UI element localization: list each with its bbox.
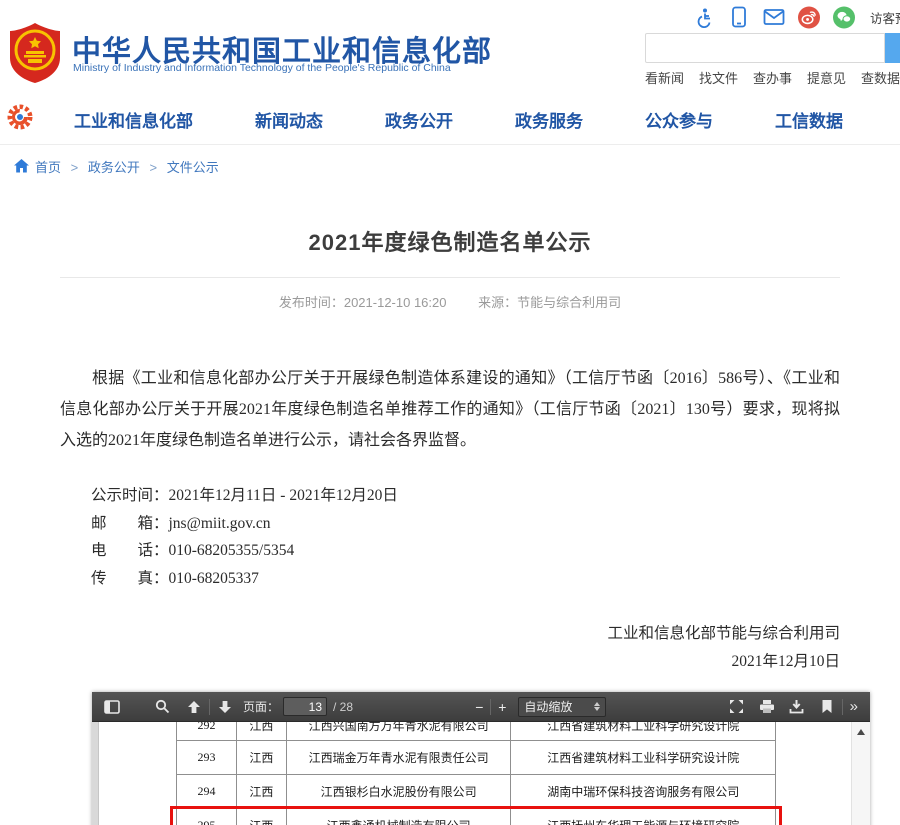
pdf-search-icon[interactable]: [150, 696, 174, 718]
table-row: 293江西江西瑞金万年青水泥有限责任公司江西省建筑材料工业科学研究设计院: [177, 741, 776, 775]
breadcrumb: 首页 > 政务公开 > 文件公示: [0, 145, 900, 187]
breadcrumb-separator: >: [146, 160, 161, 175]
table-cell: 江西鑫通机械制造有限公司: [286, 809, 511, 825]
contact-line: 邮 箱：jns@miit.gov.cn: [91, 510, 840, 538]
breadcrumb-link[interactable]: 文件公示: [167, 160, 219, 175]
title-divider: [60, 277, 840, 278]
signature-block: 工业和信息化部节能与综合利用司 2021年12月10日: [60, 620, 840, 676]
pdf-page: 292江西江西兴国南方万年青水泥有限公司江西省建筑材料工业科学研究设计院293江…: [100, 722, 850, 825]
pdf-scrollbar[interactable]: [851, 722, 870, 825]
pdf-viewer: 页面： / 28 − + 自动缩放: [92, 692, 870, 825]
table-cell: 江西兴国南方万年青水泥有限公司: [286, 722, 511, 741]
table-row: 295江西江西鑫通机械制造有限公司江西抚州东华理工能源与环境研究院: [177, 809, 776, 825]
breadcrumb-items: 首页 > 政务公开 > 文件公示: [35, 157, 219, 176]
table-cell: 294: [177, 775, 237, 809]
pdf-body: 292江西江西兴国南方万年青水泥有限公司江西省建筑材料工业科学研究设计院293江…: [92, 722, 870, 825]
signature-department: 工业和信息化部节能与综合利用司: [60, 620, 840, 648]
nav-item[interactable]: 新闻动态: [255, 107, 323, 132]
quick-link[interactable]: 看新闻: [645, 68, 684, 87]
national-emblem-icon: [8, 22, 62, 89]
table-cell: 292: [177, 722, 237, 741]
page-up-icon[interactable]: [182, 696, 206, 718]
nav-item[interactable]: 政务公开: [385, 107, 453, 132]
site-subtitle: Ministry of Industry and Information Tec…: [73, 62, 451, 74]
main-nav: 工业和信息化部新闻动态政务公开政务服务公众参与工信数据专题: [0, 95, 900, 145]
weibo-icon[interactable]: [798, 6, 820, 28]
page-total: / 28: [333, 700, 353, 714]
visitor-booking-link[interactable]: 访客预约: [870, 8, 900, 27]
mobile-icon[interactable]: [728, 6, 750, 28]
scroll-up-icon[interactable]: [857, 729, 865, 735]
table-row: 292江西江西兴国南方万年青水泥有限公司江西省建筑材料工业科学研究设计院: [177, 722, 776, 741]
pdf-table: 292江西江西兴国南方万年青水泥有限公司江西省建筑材料工业科学研究设计院293江…: [176, 722, 776, 825]
publish-time: 发布时间：2021-12-10 16:20: [279, 295, 447, 310]
sidebar-toggle-icon[interactable]: [100, 696, 124, 718]
table-cell: 江西抚州东华理工能源与环境研究院: [511, 809, 776, 825]
bookmark-icon[interactable]: [815, 696, 839, 718]
mail-icon[interactable]: [763, 6, 785, 28]
nav-list: 工业和信息化部新闻动态政务公开政务服务公众参与工信数据专题: [74, 107, 900, 132]
table-row: 294江西江西银杉白水泥股份有限公司湖南中瑞环保科技咨询服务有限公司: [177, 775, 776, 809]
presentation-mode-icon[interactable]: [725, 696, 749, 718]
quick-link[interactable]: 找文件: [699, 68, 738, 87]
print-icon[interactable]: [755, 696, 779, 718]
table-cell: 江西: [236, 775, 286, 809]
nav-item[interactable]: 工业和信息化部: [74, 107, 193, 132]
table-cell: 293: [177, 741, 237, 775]
zoom-out-button[interactable]: −: [471, 699, 487, 715]
accessibility-icon[interactable]: [693, 6, 715, 28]
table-cell: 江西: [236, 809, 286, 825]
table-cell: 江西瑞金万年青水泥有限责任公司: [286, 741, 511, 775]
table-cell: 295: [177, 809, 237, 825]
zoom-mode-select[interactable]: 自动缩放: [518, 697, 606, 717]
table-cell: 湖南中瑞环保科技咨询服务有限公司: [511, 775, 776, 809]
quick-link[interactable]: 提意见: [807, 68, 846, 87]
search-button[interactable]: [885, 33, 900, 63]
table-cell: 江西省建筑材料工业科学研究设计院: [511, 741, 776, 775]
pdf-table-body: 292江西江西兴国南方万年青水泥有限公司江西省建筑材料工业科学研究设计院293江…: [177, 722, 776, 825]
wechat-icon[interactable]: [833, 6, 855, 28]
search-input[interactable]: [645, 33, 885, 63]
page-number-input[interactable]: [283, 697, 327, 716]
contact-block: 公示时间：2021年12月11日 - 2021年12月20日邮 箱：jns@mi…: [60, 482, 840, 592]
quick-link[interactable]: 查数据: [861, 68, 900, 87]
signature-date: 2021年12月10日: [60, 648, 840, 676]
contact-line: 传 真：010-68205337: [91, 565, 840, 593]
select-spinner-icon: [594, 702, 600, 711]
pdf-toolbar: 页面： / 28 − + 自动缩放: [92, 692, 870, 722]
table-cell: 江西: [236, 741, 286, 775]
download-icon[interactable]: [785, 696, 809, 718]
nav-item[interactable]: 公众参与: [645, 107, 713, 132]
site-header: 中华人民共和国工业和信息化部 Ministry of Industry and …: [0, 0, 900, 95]
breadcrumb-link[interactable]: 政务公开: [88, 160, 140, 175]
table-cell: 江西省建筑材料工业科学研究设计院: [511, 722, 776, 741]
quick-links: 看新闻找文件查办事提意见查数据: [645, 68, 900, 87]
miit-gear-logo-icon: [6, 103, 34, 136]
article-meta: 发布时间：2021-12-10 16:20 来源：节能与综合利用司: [60, 292, 840, 311]
nav-item[interactable]: 政务服务: [515, 107, 583, 132]
breadcrumb-link[interactable]: 首页: [35, 160, 61, 175]
source: 来源：节能与综合利用司: [478, 295, 621, 310]
zoom-in-button[interactable]: +: [494, 699, 510, 715]
article-title: 2021年度绿色制造名单公示: [60, 225, 840, 257]
page-label: 页面：: [243, 698, 279, 715]
home-icon[interactable]: [14, 159, 29, 173]
table-cell: 江西: [236, 722, 286, 741]
contact-line: 公示时间：2021年12月11日 - 2021年12月20日: [91, 482, 840, 510]
contact-line: 电 话：010-68205355/5354: [91, 537, 840, 565]
pdf-left-strip: [92, 722, 99, 825]
quick-link[interactable]: 查办事: [753, 68, 792, 87]
article: 2021年度绿色制造名单公示 发布时间：2021-12-10 16:20 来源：…: [60, 225, 840, 676]
table-cell: 江西银杉白水泥股份有限公司: [286, 775, 511, 809]
more-tools-button[interactable]: »: [846, 698, 862, 715]
article-paragraph: 根据《工业和信息化部办公厅关于开展绿色制造体系建设的通知》（工信厅节函〔2016…: [60, 363, 840, 456]
nav-item[interactable]: 工信数据: [775, 107, 843, 132]
breadcrumb-separator: >: [67, 160, 82, 175]
page-down-icon[interactable]: [213, 696, 237, 718]
